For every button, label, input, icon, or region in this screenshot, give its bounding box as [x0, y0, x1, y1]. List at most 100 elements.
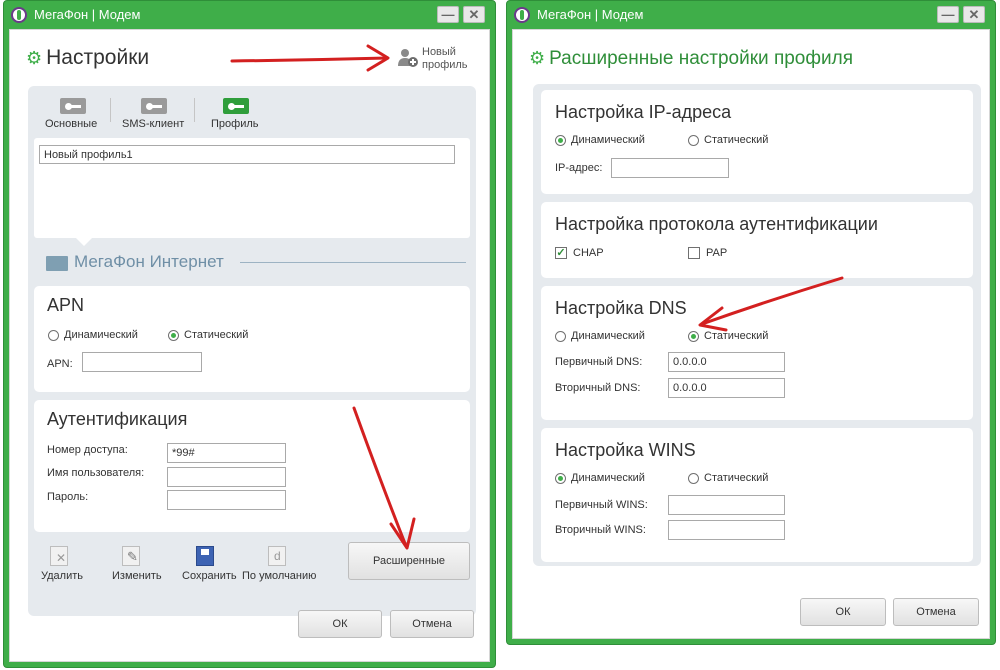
- section-divider: [240, 262, 466, 263]
- minimize-icon[interactable]: —: [437, 6, 459, 23]
- dns-dynamic-radio[interactable]: [555, 331, 566, 342]
- titlebar: МегаФон | Модем — ✕: [507, 1, 995, 29]
- profile-list-item[interactable]: Новый профиль1: [39, 145, 455, 164]
- page-title: ⚙ Расширенные настройки профиля: [529, 48, 853, 69]
- tab-divider: [194, 98, 195, 122]
- save-label: Сохранить: [182, 570, 237, 582]
- dns-card: Настройка DNS Динамический Статический П…: [541, 286, 973, 420]
- delete-label: Удалить: [41, 570, 83, 582]
- chap-label: CHAP: [573, 247, 604, 259]
- ip-static-radio[interactable]: [688, 135, 699, 146]
- wins-static-radio[interactable]: [688, 473, 699, 484]
- ip-card: Настройка IP-адреса Динамический Статиче…: [541, 90, 973, 194]
- apn-dynamic-radio[interactable]: [48, 330, 59, 341]
- auth-protocol-card: Настройка протокола аутентификации ✓ CHA…: [541, 202, 973, 278]
- megafon-logo-icon: [514, 7, 530, 23]
- secondary-dns-input[interactable]: 0.0.0.0: [668, 378, 785, 398]
- edit-label: Изменить: [112, 570, 162, 582]
- gear-icon: ⚙: [26, 48, 43, 68]
- primary-dns-input[interactable]: 0.0.0.0: [668, 352, 785, 372]
- save-icon: [196, 546, 214, 566]
- secondary-wins-label: Вторичный WINS:: [555, 524, 646, 536]
- default-label: По умолчанию: [242, 570, 317, 582]
- cancel-button[interactable]: Отмена: [893, 598, 979, 626]
- tab-divider: [110, 98, 111, 122]
- list-pointer: [76, 238, 92, 246]
- username-label: Имя пользователя:: [47, 467, 145, 479]
- password-input[interactable]: [167, 490, 286, 510]
- apn-card: APN Динамический Статический APN:: [34, 286, 470, 392]
- profile-panel: Основные SMS-клиент Профиль Новый профил…: [28, 86, 476, 616]
- titlebar: МегаФон | Модем — ✕: [4, 1, 495, 29]
- section-title: МегаФон Интернет: [74, 252, 224, 271]
- cancel-button[interactable]: Отмена: [390, 610, 474, 638]
- profile-list: Новый профиль1: [34, 138, 470, 238]
- apn-label: APN:: [47, 358, 73, 370]
- secondary-wins-input[interactable]: [668, 520, 785, 540]
- ok-button[interactable]: ОК: [800, 598, 886, 626]
- secondary-dns-label: Вторичный DNS:: [555, 382, 641, 394]
- ip-static-label: Статический: [704, 134, 769, 146]
- ip-address-label: IP-адрес:: [555, 162, 603, 174]
- gear-icon: ⚙: [529, 48, 546, 68]
- close-icon[interactable]: ✕: [463, 6, 485, 23]
- apn-static-radio[interactable]: [168, 330, 179, 341]
- ok-button[interactable]: ОК: [298, 610, 382, 638]
- key-icon: [141, 98, 167, 114]
- window-title: МегаФон | Модем: [34, 7, 141, 22]
- access-number-input[interactable]: *99#: [167, 443, 286, 463]
- auth-card: Аутентификация Номер доступа: *99# Имя п…: [34, 400, 470, 532]
- wins-dynamic-label: Динамический: [571, 472, 645, 484]
- ip-dynamic-label: Динамический: [571, 134, 645, 146]
- username-input[interactable]: [167, 467, 286, 487]
- default-icon: d: [268, 546, 286, 566]
- window-client: ⚙ Настройки Новый профиль Основные SMS-к…: [9, 29, 490, 662]
- auth-title: Аутентификация: [47, 409, 188, 429]
- delete-icon: ✕: [50, 546, 68, 566]
- new-profile-label-1: Новый: [422, 46, 456, 58]
- apn-dynamic-label: Динамический: [64, 329, 138, 341]
- page-title: ⚙ Настройки: [26, 46, 150, 69]
- ip-address-input[interactable]: [611, 158, 729, 178]
- advanced-panel: Настройка IP-адреса Динамический Статиче…: [533, 84, 981, 566]
- window-title: МегаФон | Модем: [537, 7, 644, 22]
- folder-key-icon: [223, 98, 249, 114]
- folder-icon: [46, 256, 68, 271]
- edit-icon: ✎: [122, 546, 140, 566]
- primary-dns-label: Первичный DNS:: [555, 356, 643, 368]
- advanced-settings-window: МегаФон | Модем — ✕ ⚙ Расширенные настрой…: [506, 0, 996, 645]
- wins-static-label: Статический: [704, 472, 769, 484]
- minimize-icon[interactable]: —: [937, 6, 959, 23]
- ip-dynamic-radio[interactable]: [555, 135, 566, 146]
- advanced-button[interactable]: Расширенные: [348, 542, 470, 580]
- close-icon[interactable]: ✕: [963, 6, 985, 23]
- new-profile-label-2: профиль: [422, 59, 468, 71]
- tab-basic-label: Основные: [45, 118, 98, 130]
- add-user-icon: [398, 49, 418, 67]
- apn-input[interactable]: [82, 352, 202, 372]
- password-label: Пароль:: [47, 491, 89, 503]
- tab-profile-label: Профиль: [211, 118, 259, 130]
- dns-static-label: Статический: [704, 330, 769, 342]
- apn-static-label: Статический: [184, 329, 249, 341]
- settings-window: МегаФон | Модем — ✕ ⚙ Настройки Новый про…: [3, 0, 496, 668]
- pap-label: PAP: [706, 247, 728, 259]
- new-profile-button[interactable]: Новый профиль: [396, 44, 476, 74]
- wins-card: Настройка WINS Динамический Статический …: [541, 428, 973, 562]
- pap-checkbox[interactable]: [688, 247, 700, 259]
- wins-title: Настройка WINS: [555, 440, 696, 460]
- access-number-label: Номер доступа:: [47, 444, 128, 456]
- wins-dynamic-radio[interactable]: [555, 473, 566, 484]
- window-client: ⚙ Расширенные настройки профиля Настройка…: [512, 29, 990, 639]
- dns-dynamic-label: Динамический: [571, 330, 645, 342]
- megafon-logo-icon: [11, 7, 27, 23]
- dns-static-radio[interactable]: [688, 331, 699, 342]
- key-icon: [60, 98, 86, 114]
- dns-title: Настройка DNS: [555, 298, 687, 318]
- apn-title: APN: [47, 295, 85, 315]
- ip-title: Настройка IP-адреса: [555, 102, 732, 122]
- chap-checkbox[interactable]: ✓: [555, 247, 567, 259]
- auth-protocol-title: Настройка протокола аутентификации: [555, 214, 878, 234]
- primary-wins-input[interactable]: [668, 495, 785, 515]
- primary-wins-label: Первичный WINS:: [555, 499, 648, 511]
